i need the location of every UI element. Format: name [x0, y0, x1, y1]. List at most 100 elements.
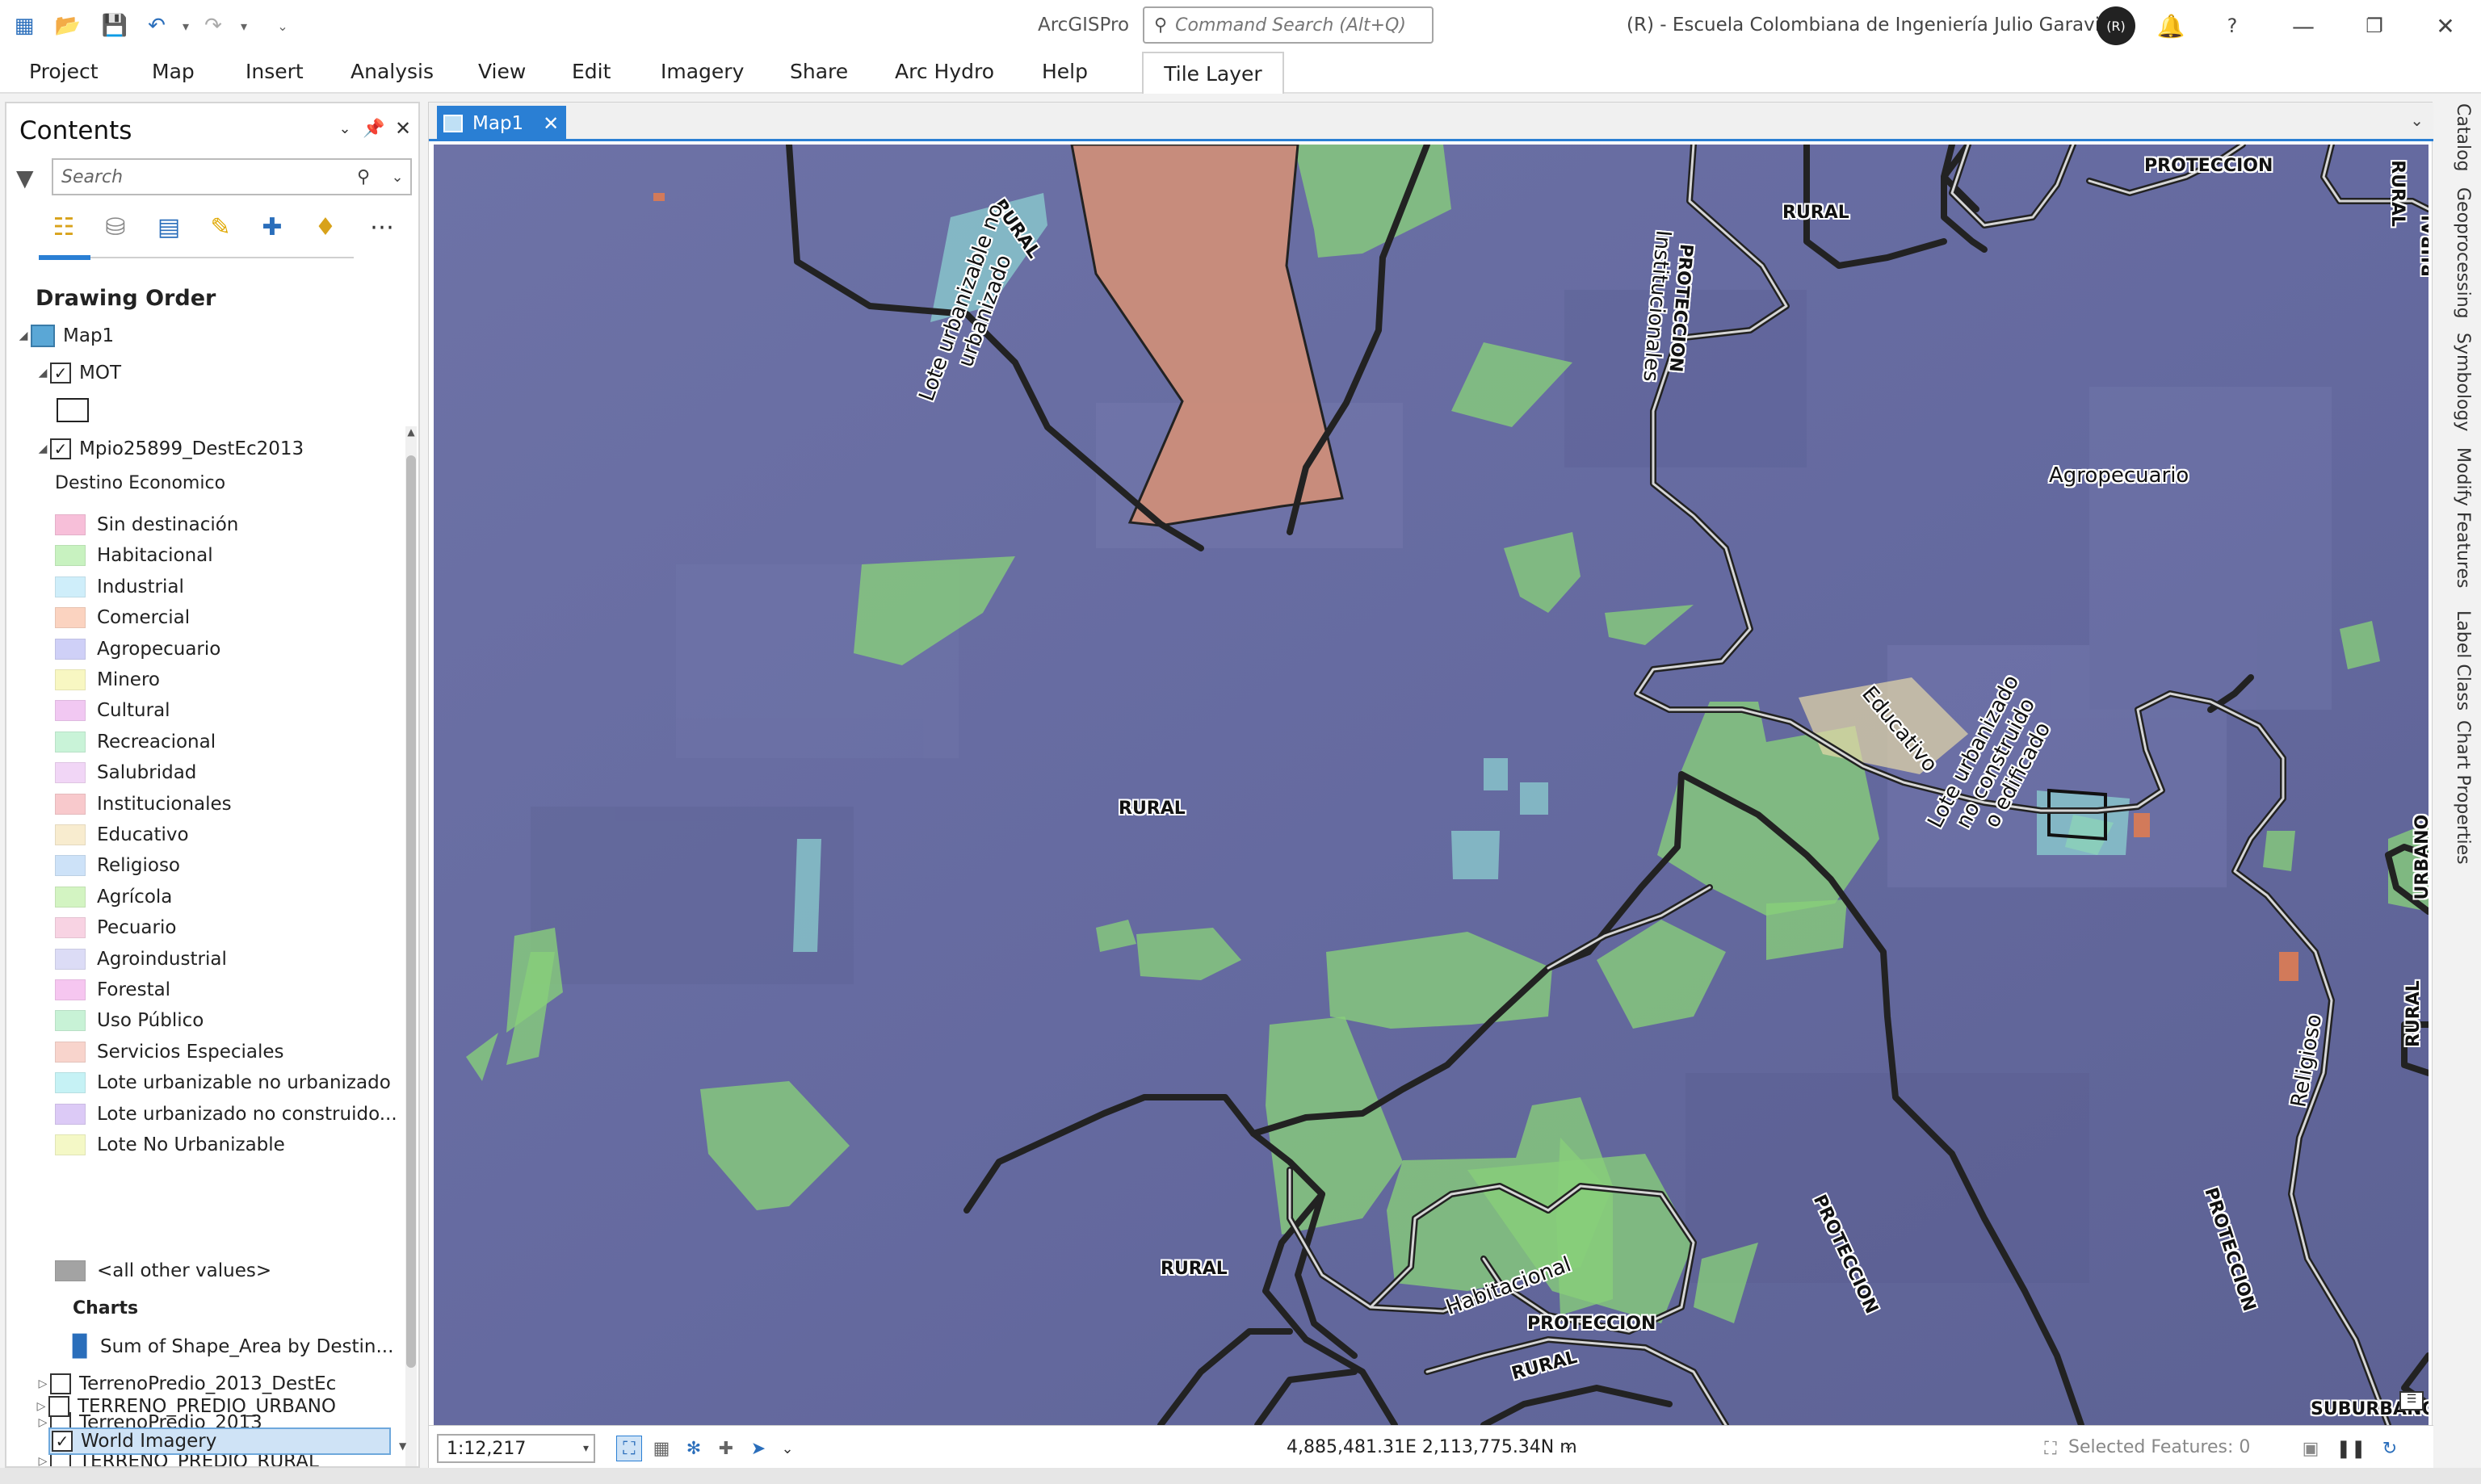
- tree-item-chart[interactable]: ▉ Sum of Shape_Area by Destin...: [73, 1332, 393, 1361]
- list-by-drawing-order-icon[interactable]: ☷: [44, 207, 84, 247]
- tree-item-destino-layer[interactable]: ◢ ✓ Mpio25899_DestEc2013: [36, 434, 304, 463]
- avatar[interactable]: (R): [2097, 6, 2135, 45]
- tab-tile-layer[interactable]: Tile Layer: [1142, 52, 1284, 94]
- legend-item[interactable]: Educativo: [55, 820, 189, 849]
- grid-icon[interactable]: ▦: [649, 1436, 674, 1461]
- tab-project[interactable]: Project: [29, 60, 99, 83]
- legend-item[interactable]: Lote urbanizable no urbanizado: [55, 1068, 391, 1097]
- layer-visibility-checkbox[interactable]: ✓: [52, 1431, 73, 1452]
- tab-arc-hydro[interactable]: Arc Hydro: [895, 60, 994, 83]
- legend-item[interactable]: Industrial: [55, 572, 184, 602]
- close-tab-icon[interactable]: ✕: [543, 112, 559, 135]
- select-features-icon[interactable]: ⛶: [2038, 1436, 2063, 1461]
- contents-search-input[interactable]: Search ⚲ ⌄: [52, 158, 412, 195]
- refresh-layer-icon[interactable]: ▣: [2298, 1436, 2324, 1461]
- constraints-icon[interactable]: ✚: [713, 1436, 739, 1461]
- map-canvas[interactable]: PROTECCION RURAL RURAL RURAL RURAL Lote …: [434, 145, 2429, 1425]
- dock-tab-modify-features[interactable]: Modify Features: [2444, 447, 2473, 589]
- close-pane-icon[interactable]: ✕: [391, 116, 415, 140]
- legend-item[interactable]: Recreacional: [55, 727, 216, 757]
- scrollbar-thumb[interactable]: [406, 455, 416, 1368]
- layer-visibility-checkbox[interactable]: [48, 1396, 69, 1417]
- collapse-icon[interactable]: ◢: [16, 329, 31, 342]
- legend-item[interactable]: Agroindustrial: [55, 945, 227, 974]
- legend-item[interactable]: Habitacional: [55, 541, 213, 570]
- scale-selector[interactable]: 1:12,217 ▾: [437, 1434, 595, 1463]
- list-by-labeling-icon[interactable]: ♦: [305, 207, 346, 247]
- dock-tab-chart-properties[interactable]: Chart Properties: [2444, 720, 2473, 865]
- tab-map1[interactable]: Map1 ✕: [437, 106, 566, 141]
- navigation-dropdown-icon[interactable]: ⌄: [775, 1436, 800, 1461]
- notifications-bell-icon[interactable]: 🔔: [2155, 10, 2187, 42]
- scroll-down-icon[interactable]: ▼: [399, 1440, 406, 1452]
- tab-share[interactable]: Share: [790, 60, 848, 83]
- scale-dropdown-icon[interactable]: ▾: [583, 1442, 589, 1455]
- tab-imagery[interactable]: Imagery: [661, 60, 744, 83]
- fixed-zoom-icon[interactable]: ⛶: [616, 1436, 642, 1461]
- list-by-data-source-icon[interactable]: ⛁: [95, 207, 136, 247]
- filter-icon[interactable]: ▼: [16, 165, 34, 191]
- command-search-input[interactable]: ⚲ Command Search (Alt+Q): [1143, 6, 1434, 44]
- new-project-icon[interactable]: ▦: [10, 11, 39, 40]
- undo-dropdown-icon[interactable]: ▾: [178, 15, 194, 37]
- restore-icon[interactable]: ❐: [2358, 10, 2391, 42]
- legend-item[interactable]: Salubridad: [55, 758, 196, 787]
- legend-item[interactable]: Uso Público: [55, 1006, 204, 1035]
- expand-icon[interactable]: ▷: [36, 1377, 50, 1390]
- dock-tab-catalog[interactable]: Catalog: [2444, 103, 2473, 172]
- list-by-editing-icon[interactable]: ✎: [200, 207, 241, 247]
- legend-item[interactable]: Minero: [55, 665, 160, 694]
- refresh-icon[interactable]: ↻: [2377, 1436, 2403, 1461]
- list-by-snapping-icon[interactable]: ✚: [252, 207, 292, 247]
- dock-tab-geoprocessing[interactable]: Geoprocessing: [2444, 187, 2473, 319]
- contents-scrollbar[interactable]: ▲: [405, 426, 417, 1466]
- save-project-icon[interactable]: 💾: [100, 11, 129, 40]
- legend-item-other-values[interactable]: <all other values>: [55, 1256, 271, 1285]
- scroll-up-icon[interactable]: ▲: [405, 426, 417, 444]
- undo-icon[interactable]: ↶: [142, 11, 171, 40]
- tree-item-mot[interactable]: ◢ ✓ MOT: [36, 358, 121, 388]
- open-project-icon[interactable]: 📂: [53, 11, 82, 40]
- more-options-icon[interactable]: ⋯: [362, 207, 402, 247]
- list-by-selection-icon[interactable]: ▤: [149, 207, 189, 247]
- legend-item[interactable]: Servicios Especiales: [55, 1038, 284, 1067]
- tab-help[interactable]: Help: [1042, 60, 1088, 83]
- legend-item[interactable]: Cultural: [55, 696, 170, 725]
- customize-toolbar-icon[interactable]: ⌄: [275, 15, 291, 37]
- expand-icon[interactable]: ▷: [34, 1400, 48, 1413]
- tab-overflow-chevron-icon[interactable]: ⌄: [2410, 111, 2424, 130]
- legend-item[interactable]: Comercial: [55, 603, 190, 632]
- legend-item[interactable]: Agrícola: [55, 882, 172, 912]
- tab-insert[interactable]: Insert: [246, 60, 304, 83]
- layer-visibility-checkbox[interactable]: ✓: [50, 363, 71, 384]
- search-options-chevron-icon[interactable]: ⌄: [384, 169, 410, 186]
- legend-item[interactable]: Sin destinación: [55, 510, 238, 539]
- collapse-icon[interactable]: ◢: [36, 442, 50, 455]
- redo-icon[interactable]: ↷: [199, 11, 228, 40]
- coordinate-format-dropdown-icon[interactable]: ⌄: [1563, 1437, 1575, 1454]
- legend-item[interactable]: Pecuario: [55, 913, 176, 942]
- tree-item-map1[interactable]: ◢ Map1: [16, 321, 114, 350]
- legend-item[interactable]: Lote urbanizado no construido...: [55, 1100, 397, 1129]
- legend-item[interactable]: Agropecuario: [55, 635, 220, 664]
- navigation-icon[interactable]: ➤: [745, 1436, 771, 1461]
- collapse-icon[interactable]: ◢: [36, 367, 50, 379]
- tab-map[interactable]: Map: [152, 60, 195, 83]
- legend-item[interactable]: Institucionales: [55, 790, 232, 819]
- map-overview-toggle-icon[interactable]: ☰: [2399, 1391, 2424, 1411]
- tab-view[interactable]: View: [478, 60, 526, 83]
- layer-visibility-checkbox[interactable]: ✓: [50, 438, 71, 459]
- legend-item[interactable]: Forestal: [55, 975, 170, 1004]
- dock-tab-symbology[interactable]: Symbology: [2444, 333, 2473, 431]
- legend-item[interactable]: Religioso: [55, 851, 180, 880]
- pause-drawing-icon[interactable]: ❚❚: [2336, 1436, 2366, 1461]
- tree-item-world-imagery[interactable]: ✓ World Imagery: [48, 1427, 391, 1455]
- legend-item[interactable]: Lote No Urbanizable: [55, 1130, 285, 1159]
- tab-analysis[interactable]: Analysis: [351, 60, 434, 83]
- help-icon[interactable]: ?: [2216, 10, 2248, 42]
- snapping-icon[interactable]: ✻: [681, 1436, 707, 1461]
- minimize-icon[interactable]: —: [2287, 10, 2319, 42]
- tab-edit[interactable]: Edit: [572, 60, 611, 83]
- tree-item-terreno-predio-urbano-row[interactable]: ▷ TERRENO_PREDIO_URBANO: [34, 1392, 336, 1421]
- dock-tab-label-class[interactable]: Label Class: [2444, 610, 2473, 711]
